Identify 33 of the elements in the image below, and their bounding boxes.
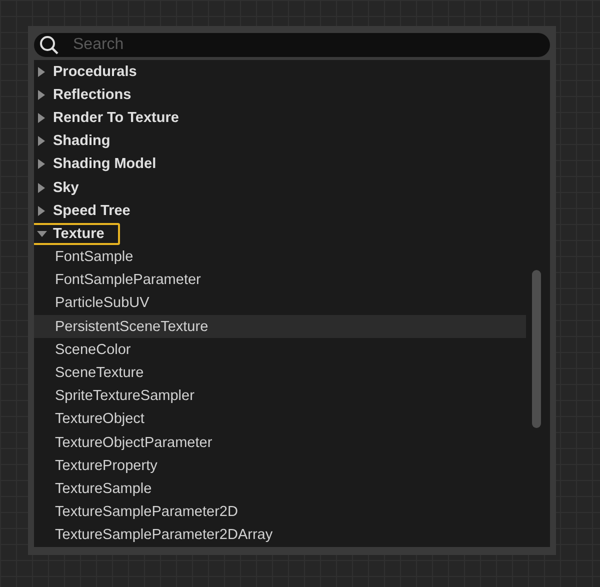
category-item[interactable]: Shading xyxy=(53,133,110,150)
search-field[interactable]: Search xyxy=(71,35,542,55)
category-item[interactable]: Speed Tree xyxy=(53,202,130,219)
collapsed-arrow-icon[interactable] xyxy=(37,182,47,193)
category-item[interactable]: Render To Texture xyxy=(53,110,179,126)
collapsed-arrow-icon[interactable] xyxy=(37,66,47,77)
list-item[interactable]: SceneTexture xyxy=(34,361,526,385)
search-icon xyxy=(39,35,59,55)
collapsed-arrow-icon[interactable] xyxy=(37,112,47,123)
list-item[interactable]: TextureObjectParameter xyxy=(34,431,526,454)
list-item[interactable]: TextureSample xyxy=(34,477,526,501)
list-item[interactable]: SceneColor xyxy=(34,338,526,362)
list-item[interactable]: TextureProperty xyxy=(34,454,526,478)
scrollbar-thumb[interactable] xyxy=(532,270,541,428)
category-item[interactable]: Sky xyxy=(53,180,79,196)
list-item[interactable]: TextureSampleParameter2DArray xyxy=(34,524,526,547)
collapsed-arrow-icon[interactable] xyxy=(37,136,47,146)
category-item[interactable]: Reflections xyxy=(53,86,132,103)
expanded-arrow-icon[interactable] xyxy=(37,228,47,239)
list-item[interactable]: FontSampleParameter xyxy=(34,268,526,292)
collapsed-arrow-icon[interactable] xyxy=(37,206,47,216)
category-item[interactable]: Texture xyxy=(53,226,104,242)
list-item[interactable]: SpriteTextureSampler xyxy=(34,384,526,408)
list-item[interactable]: PersistentSceneTexture xyxy=(34,315,526,338)
list-item[interactable]: FontSample xyxy=(34,246,526,269)
collapsed-arrow-icon[interactable] xyxy=(37,159,47,170)
category-item[interactable]: Procedurals xyxy=(53,64,137,80)
collapsed-arrow-icon[interactable] xyxy=(37,90,47,100)
search-field[interactable]: Search xyxy=(34,33,550,57)
list-item[interactable]: TextureObject xyxy=(34,408,526,431)
category-item[interactable]: Shading Model xyxy=(53,156,156,172)
list-item[interactable]: TextureSampleParameter2D xyxy=(34,500,526,524)
list-item[interactable]: ParticleSubUV xyxy=(34,292,526,316)
